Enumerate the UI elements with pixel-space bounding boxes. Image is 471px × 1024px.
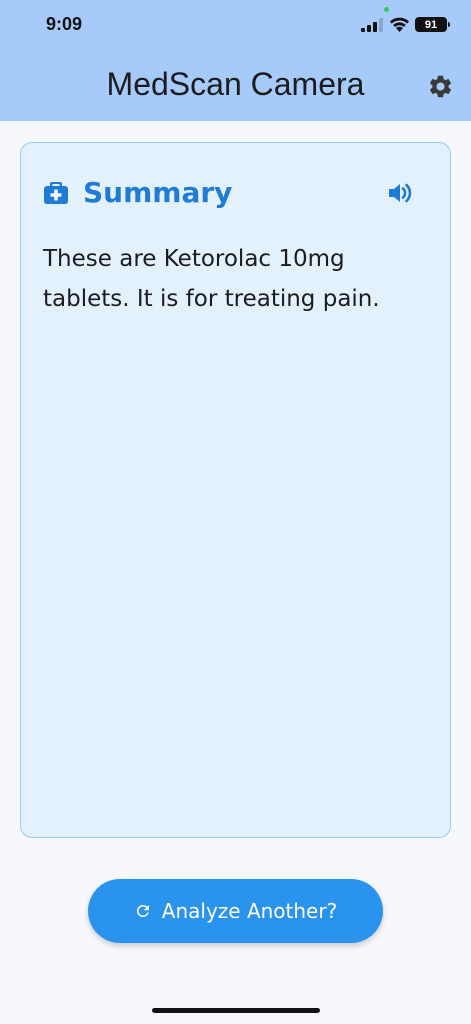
battery-icon: 91 xyxy=(415,17,447,32)
refresh-icon xyxy=(136,905,149,917)
speaker-icon[interactable] xyxy=(387,181,413,205)
battery-level: 91 xyxy=(424,18,438,31)
wifi-icon xyxy=(390,17,409,32)
app-title: MedScan Camera xyxy=(106,66,365,102)
app-header: 9:09 91 MedScan Camera xyxy=(0,0,471,121)
summary-title: Summary xyxy=(83,176,233,209)
privacy-indicator-dot xyxy=(384,7,389,12)
status-time: 9:09 xyxy=(46,14,83,34)
status-bar: 9:09 91 xyxy=(0,0,471,50)
summary-card: Summary These are Ketorolac 10mg tablets… xyxy=(20,142,451,838)
signal-icon xyxy=(361,18,383,32)
summary-text: These are Ketorolac 10mg tablets. It is … xyxy=(43,246,380,312)
analyze-another-button[interactable]: Analyze Another? xyxy=(88,879,383,943)
analyze-another-label: Analyze Another? xyxy=(161,899,338,923)
home-indicator[interactable] xyxy=(152,1008,320,1013)
gear-icon[interactable] xyxy=(427,73,454,100)
medical-kit-icon xyxy=(44,182,68,204)
battery-cap xyxy=(448,22,450,27)
